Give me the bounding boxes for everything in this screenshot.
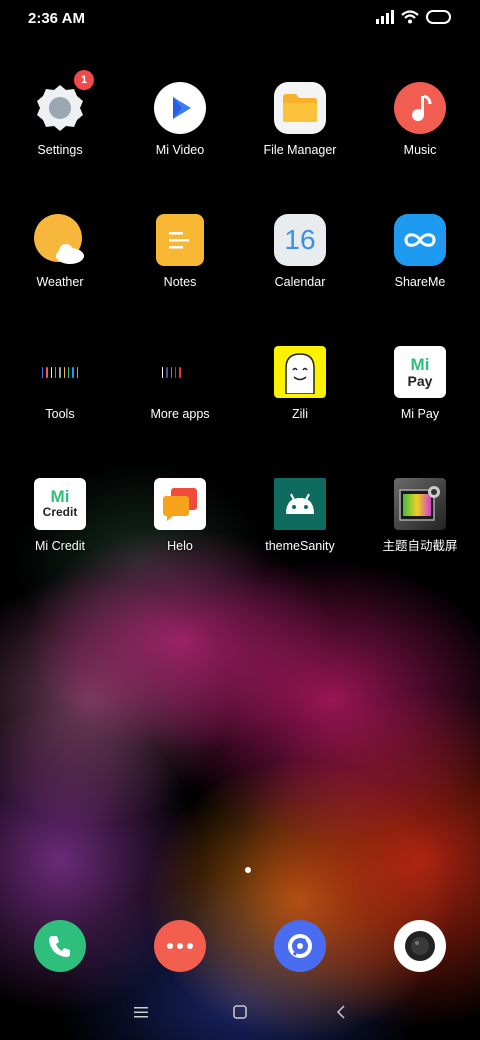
app-theme-screenshot[interactable]: 主题自动截屏 — [360, 478, 480, 554]
app-mi-video[interactable]: Mi Video — [120, 82, 240, 158]
calendar-date: 16 — [284, 224, 316, 255]
messages-button[interactable] — [154, 920, 206, 972]
mi-pay-icon: Mi Pay — [394, 346, 446, 398]
app-label: Calendar — [274, 275, 326, 289]
mi-credit-icon: Mi Credit — [34, 478, 86, 530]
camera-button[interactable] — [394, 920, 446, 972]
folder-icon — [34, 346, 86, 398]
app-mi-credit[interactable]: Mi Credit Mi Credit — [0, 478, 120, 554]
app-themesanity[interactable]: themeSanity — [240, 478, 360, 554]
app-label: Mi Pay — [400, 407, 440, 421]
notification-badge: 1 — [74, 70, 94, 90]
app-helo[interactable]: Helo — [120, 478, 240, 554]
phone-button[interactable] — [34, 920, 86, 972]
calendar-icon: 16 — [274, 214, 326, 266]
status-time: 2:36 AM — [28, 10, 85, 27]
app-weather[interactable]: Weather — [0, 214, 120, 290]
app-music[interactable]: Music — [360, 82, 480, 158]
battery-icon — [426, 10, 451, 24]
play-icon — [154, 82, 206, 134]
settings-icon: 1 — [34, 70, 94, 134]
app-label: Mi Credit — [34, 539, 85, 553]
weather-icon — [34, 214, 86, 266]
recents-button[interactable] — [126, 999, 156, 1025]
app-zili[interactable]: Zili — [240, 346, 360, 422]
app-label: themeSanity — [265, 539, 335, 553]
home-icon — [233, 1005, 247, 1019]
phone-icon — [49, 936, 70, 957]
helo-chat-icon — [154, 478, 206, 530]
app-calendar[interactable]: 16 Calendar — [240, 214, 360, 290]
status-icons — [376, 10, 452, 24]
app-label: ShareMe — [394, 275, 446, 289]
messages-icon — [167, 943, 193, 949]
infinity-icon — [394, 214, 446, 266]
mi-logo-text: Mi — [410, 354, 430, 374]
app-notes[interactable]: Notes — [120, 214, 240, 290]
screenshot-camera-icon — [394, 478, 446, 530]
back-button[interactable] — [326, 999, 356, 1025]
app-label: File Manager — [263, 143, 337, 157]
mi-logo-text: Mi — [50, 487, 70, 506]
signal-icon — [376, 10, 394, 24]
wifi-icon — [401, 10, 419, 24]
folder-more-apps[interactable]: More apps — [120, 346, 240, 422]
folder-icon — [154, 346, 206, 398]
app-label: Helo — [167, 539, 193, 553]
browser-button[interactable] — [274, 920, 326, 972]
app-file-manager[interactable]: File Manager — [240, 82, 360, 158]
back-icon — [336, 1005, 345, 1019]
music-note-icon — [394, 82, 446, 134]
browser-icon — [288, 934, 312, 958]
menu-icon — [134, 1007, 148, 1018]
android-icon — [274, 478, 326, 530]
app-label: Mi Video — [155, 143, 205, 157]
app-shareme[interactable]: ShareMe — [360, 214, 480, 290]
pay-text: Pay — [407, 372, 433, 389]
camera-icon — [405, 931, 435, 961]
status-bar: 2:36 AM — [0, 0, 480, 40]
app-label: Notes — [163, 275, 197, 289]
app-settings[interactable]: 1 Settings — [0, 70, 120, 158]
app-mi-pay[interactable]: Mi Pay Mi Pay — [360, 346, 480, 422]
folder-icon — [274, 82, 326, 134]
credit-text: Credit — [42, 505, 78, 519]
app-label: Weather — [36, 275, 84, 289]
app-label: Zili — [292, 407, 308, 421]
app-label: 主题自动截屏 — [382, 539, 458, 553]
app-label: More apps — [150, 407, 210, 421]
page-indicator — [245, 867, 251, 873]
zili-icon — [274, 346, 326, 398]
folder-tools[interactable]: Tools — [0, 346, 120, 422]
app-label: Tools — [45, 407, 75, 421]
home-button[interactable] — [225, 999, 255, 1025]
app-label: Settings — [37, 143, 83, 157]
notes-icon — [156, 214, 204, 266]
navigation-bar — [0, 995, 480, 1030]
app-label: Music — [403, 143, 437, 157]
